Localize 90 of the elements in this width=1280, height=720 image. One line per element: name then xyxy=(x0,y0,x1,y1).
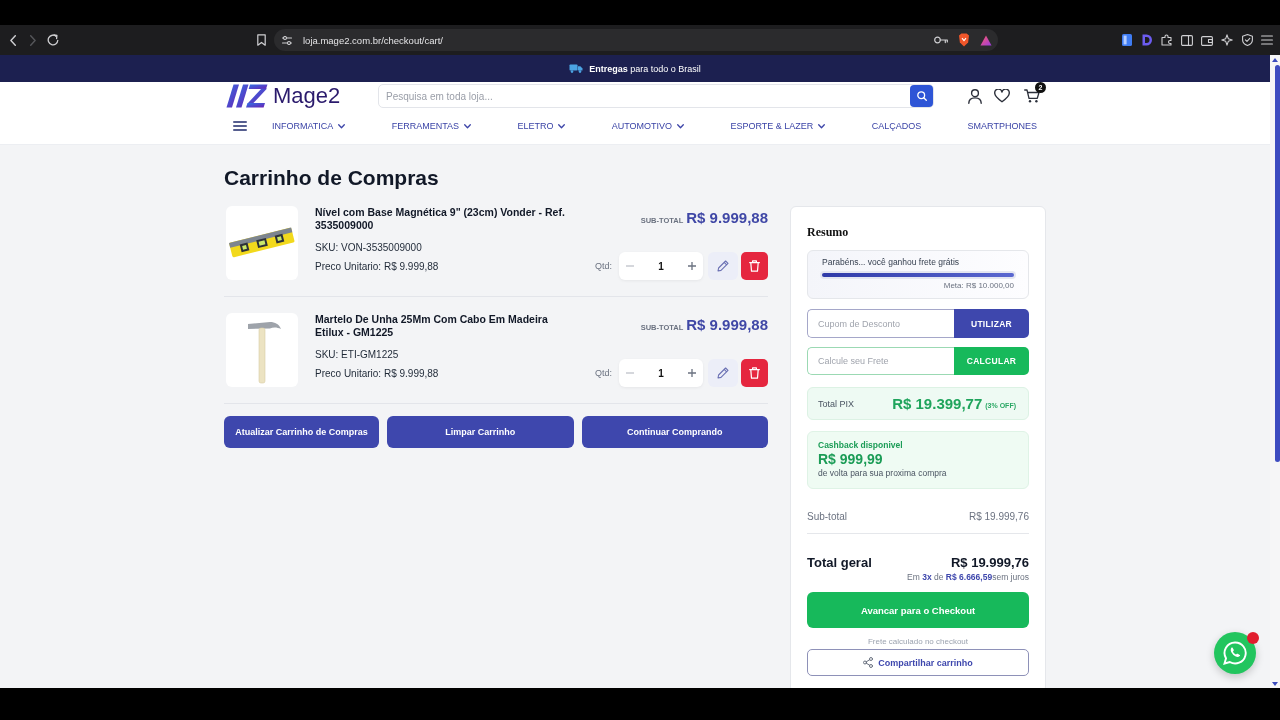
logo-icon xyxy=(226,84,268,108)
back-icon[interactable] xyxy=(10,34,16,46)
shipping-note: Frete calculado no checkout xyxy=(866,637,970,647)
coupon-field[interactable]: Cupom de Desconto xyxy=(807,309,954,338)
edit-button[interactable] xyxy=(708,359,738,387)
apply-coupon-button[interactable]: UTILIZAR xyxy=(954,309,1029,338)
reload-icon[interactable] xyxy=(47,34,59,46)
share-cart-button[interactable]: Compartilhar carrinho xyxy=(807,649,1029,676)
heart-icon[interactable] xyxy=(994,89,1010,103)
scroll-down-icon[interactable] xyxy=(1272,682,1278,686)
shield-icon[interactable] xyxy=(1241,34,1253,46)
trash-icon xyxy=(749,260,760,272)
share-icon xyxy=(863,657,874,668)
menu-icon[interactable] xyxy=(233,121,247,131)
nav-link[interactable]: ESPORTE & LAZER xyxy=(730,121,826,131)
scrollbar[interactable] xyxy=(1270,55,1280,688)
product-name[interactable]: Nível com Base Magnética 9" (23cm) Vonder - Ref. 3535009000 xyxy=(315,206,571,232)
logo-link[interactable]: Mage2 xyxy=(226,84,350,108)
item-subtotal: R$ 9.999,88 xyxy=(686,316,768,334)
summary-title: Resumo xyxy=(807,224,850,240)
product-name[interactable]: Martelo De Unha 25Mm Com Cabo Em Madeira Etilux - GM1225 xyxy=(315,313,571,339)
delete-button[interactable] xyxy=(741,252,768,280)
notification-dot xyxy=(1247,632,1259,644)
unit-price: Preco Unitario: R$ 9.999,88 xyxy=(315,367,440,381)
product-sku: SKU: ETI-GM1225 xyxy=(315,348,400,362)
delete-button[interactable] xyxy=(741,359,768,387)
cashback-amount: R$ 999,99 xyxy=(818,451,884,468)
key-icon[interactable] xyxy=(934,36,948,44)
nav-link[interactable]: FERRAMENTAS xyxy=(391,121,472,131)
product-sku: SKU: VON-3535009000 xyxy=(315,241,423,255)
sparkle-icon[interactable] xyxy=(1221,34,1233,46)
continue-shopping-button[interactable]: Continuar Comprando xyxy=(581,416,768,448)
total-label: Total geral xyxy=(807,554,872,572)
quantity-stepper[interactable]: 1 xyxy=(619,359,703,387)
search-icon xyxy=(916,91,927,101)
trash-icon xyxy=(749,367,760,379)
scrollbar-thumb[interactable] xyxy=(1274,65,1280,462)
minus-icon xyxy=(626,372,634,374)
wallet-icon[interactable] xyxy=(1201,34,1213,46)
cashback-note: de volta para sua proxima compra xyxy=(818,468,948,479)
chat-bubble-icon xyxy=(1223,641,1247,665)
search-button[interactable] xyxy=(910,85,933,107)
update-cart-button[interactable]: Atualizar Carrinho de Compras xyxy=(224,416,379,448)
chat-button[interactable] xyxy=(1214,632,1256,674)
unit-price: Preco Unitario: R$ 9.999,88 xyxy=(315,260,440,274)
shipping-goal: Meta: R$ 10.000,00 xyxy=(942,281,1015,291)
nav-link[interactable]: INFORMATICA xyxy=(272,121,346,131)
extension-icon[interactable] xyxy=(1142,34,1152,46)
item-subtotal: R$ 9.999,88 xyxy=(686,209,768,227)
url-text: loja.mage2.com.br/checkout/cart/ xyxy=(303,34,443,46)
cart-icon[interactable] xyxy=(1024,89,1040,103)
triangle-icon[interactable] xyxy=(980,34,992,46)
quantity-stepper[interactable]: 1 xyxy=(619,252,703,280)
pix-label: Total PIX xyxy=(818,398,855,409)
quantity-field[interactable]: 1 xyxy=(641,362,681,384)
scroll-up-icon[interactable] xyxy=(1272,58,1278,62)
quantity-label: Qtd: xyxy=(595,368,612,378)
cashback-title: Cashback disponivel xyxy=(818,440,904,451)
announcement-text: Entregas para todo o Brasil xyxy=(589,63,701,74)
sliders-icon[interactable] xyxy=(282,35,292,45)
nav-link[interactable]: AUTOMOTIVO xyxy=(611,121,685,131)
edit-button[interactable] xyxy=(708,252,738,280)
pix-total: R$ 19.399,77 xyxy=(892,395,983,412)
nav-link[interactable]: CALÇADOS xyxy=(871,121,922,131)
search-field[interactable]: Pesquisa em toda loja... xyxy=(378,84,934,108)
shipping-field[interactable]: Calcule seu Frete xyxy=(807,347,954,375)
extension-icon[interactable] xyxy=(1122,34,1132,46)
nav-link[interactable]: ELETRO xyxy=(517,121,566,131)
quantity-field[interactable]: 1 xyxy=(641,255,681,277)
nav-link[interactable]: SMARTPHONES xyxy=(967,121,1037,131)
installments-text: Em 3x de R$ 6.666,59sem juros xyxy=(906,572,1029,583)
subtotal-value: R$ 19.999,76 xyxy=(968,510,1029,524)
address-bar[interactable]: loja.mage2.com.br/checkout/cart/ xyxy=(274,29,998,51)
minus-icon xyxy=(626,265,634,267)
subtotal-label: Sub-total xyxy=(807,510,848,524)
free-shipping-message: Parabéns... você ganhou frete grátis xyxy=(821,257,961,268)
pencil-icon xyxy=(717,260,729,272)
pencil-icon xyxy=(717,367,729,379)
page-title: Carrinho de Compras xyxy=(224,165,440,191)
user-icon[interactable] xyxy=(968,88,982,104)
sidebar-icon[interactable] xyxy=(1181,34,1193,46)
clear-cart-button[interactable]: Limpar Carrinho xyxy=(387,416,574,448)
plus-icon xyxy=(688,369,696,377)
shield-icon[interactable] xyxy=(958,33,970,47)
puzzle-icon[interactable] xyxy=(1161,34,1173,46)
total-value: R$ 19.999,76 xyxy=(950,554,1029,572)
bookmark-icon[interactable] xyxy=(257,34,266,46)
plus-icon xyxy=(688,262,696,270)
quantity-label: Qtd: xyxy=(595,261,612,271)
truck-icon xyxy=(569,64,584,73)
